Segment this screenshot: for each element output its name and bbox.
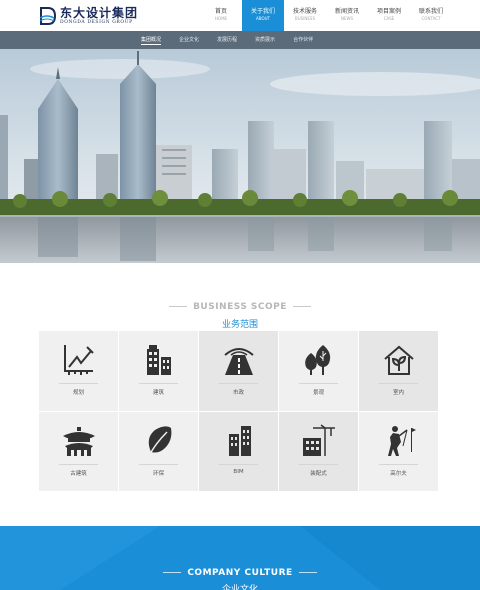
nav-label-en: NEWS [340, 16, 353, 21]
nav-label-cn: 项目案例 [376, 8, 401, 15]
golfer-icon [381, 424, 417, 458]
crane-icon [301, 423, 337, 458]
scope-label: 室内 [392, 390, 404, 396]
nav-label-cn: 首页 [214, 8, 227, 15]
scope-item-bim[interactable]: BIM [199, 411, 279, 492]
pagoda-icon [61, 424, 97, 458]
nav-label-cn: 新闻资讯 [334, 8, 359, 15]
sub-nav: 集团概况 企业文化 发展历程 资质展示 合作伙伴 [0, 31, 480, 49]
site-header: 东大设计集团 DONGDA DESIGN GROUP 首页 HOME 关于我们 … [0, 0, 480, 31]
nav-label-en: CASE [383, 16, 395, 21]
nav-label-cn: 技术服务 [292, 8, 317, 15]
scope-item-interior[interactable]: 室内 [359, 331, 439, 412]
scope-item-planning[interactable]: 规划 [39, 331, 119, 412]
bim-building-icon [221, 424, 257, 458]
business-scope-grid: 规划 建筑 市政 景观 室内 古建筑 环保 BIM 装配式 高尔夫 [39, 331, 441, 492]
planning-icon [61, 343, 97, 377]
nav-about[interactable]: 关于我们 ABOUT [242, 0, 284, 31]
trees-icon [301, 343, 337, 377]
brand-name-cn: 东大设计集团 [60, 5, 139, 20]
nav-label-cn: 关于我们 [250, 8, 275, 15]
leaf-icon [141, 424, 177, 458]
nav-label-en: CONTACT [421, 16, 441, 21]
nav-label-en: ABOUT [256, 16, 270, 21]
scope-item-environmental[interactable]: 环保 [119, 411, 199, 492]
scope-item-prefabricated[interactable]: 装配式 [279, 411, 359, 492]
scope-label: BIM [233, 468, 244, 475]
main-nav: 首页 HOME 关于我们 ABOUT 技术服务 BUSINESS 新闻资讯 NE… [200, 0, 452, 31]
company-culture-section: COMPANY CULTURE 企业文化 [0, 526, 480, 590]
nav-label-en: HOME [214, 16, 228, 21]
scope-title-cn: 业务范围 [221, 319, 258, 330]
scope-item-architecture[interactable]: 建筑 [119, 331, 199, 412]
subnav-item-partners[interactable]: 合作伙伴 [293, 31, 313, 49]
brand-name-en: DONGDA DESIGN GROUP [60, 19, 133, 25]
scope-label: 建筑 [152, 390, 164, 396]
business-scope-heading: BUSINESS SCOPE 业务范围 [0, 292, 480, 330]
subnav-item-qualification[interactable]: 资质展示 [255, 31, 275, 49]
scope-item-landscape[interactable]: 景观 [279, 331, 359, 412]
nav-case[interactable]: 项目案例 CASE [368, 0, 410, 31]
hero-banner-image [0, 49, 480, 263]
nav-business[interactable]: 技术服务 BUSINESS [284, 0, 326, 31]
scope-item-golf[interactable]: 高尔夫 [359, 411, 439, 492]
scope-label: 高尔夫 [390, 470, 407, 477]
scope-title-en: BUSINESS SCOPE [193, 301, 287, 312]
scope-item-ancient-architecture[interactable]: 古建筑 [39, 411, 119, 492]
scope-label: 市政 [232, 390, 244, 396]
interior-plant-icon [381, 343, 417, 377]
culture-title-en: COMPANY CULTURE [187, 567, 293, 578]
nav-label-en: BUSINESS [295, 16, 315, 21]
nav-label-cn: 联系我们 [418, 8, 443, 15]
scope-label: 景观 [312, 390, 324, 396]
logo[interactable]: 东大设计集团 DONGDA DESIGN GROUP [38, 5, 138, 27]
building-icon [141, 343, 177, 377]
scope-label: 规划 [72, 390, 84, 396]
road-icon [221, 343, 257, 377]
scope-label: 环保 [152, 470, 164, 477]
nav-contact[interactable]: 联系我们 CONTACT [410, 0, 452, 31]
scope-item-municipal[interactable]: 市政 [199, 331, 279, 412]
culture-heading: COMPANY CULTURE 企业文化 [0, 558, 480, 590]
nav-news[interactable]: 新闻资讯 NEWS [326, 0, 368, 31]
culture-title-cn: 企业文化 [221, 584, 258, 590]
scope-label: 古建筑 [70, 470, 87, 477]
subnav-item-overview[interactable]: 集团概况 [141, 31, 162, 49]
subnav-item-culture[interactable]: 企业文化 [179, 31, 199, 49]
logo-mark-icon [38, 6, 56, 26]
subnav-item-history[interactable]: 发展历程 [217, 31, 237, 49]
nav-home[interactable]: 首页 HOME [200, 0, 242, 31]
scope-label: 装配式 [310, 470, 327, 477]
